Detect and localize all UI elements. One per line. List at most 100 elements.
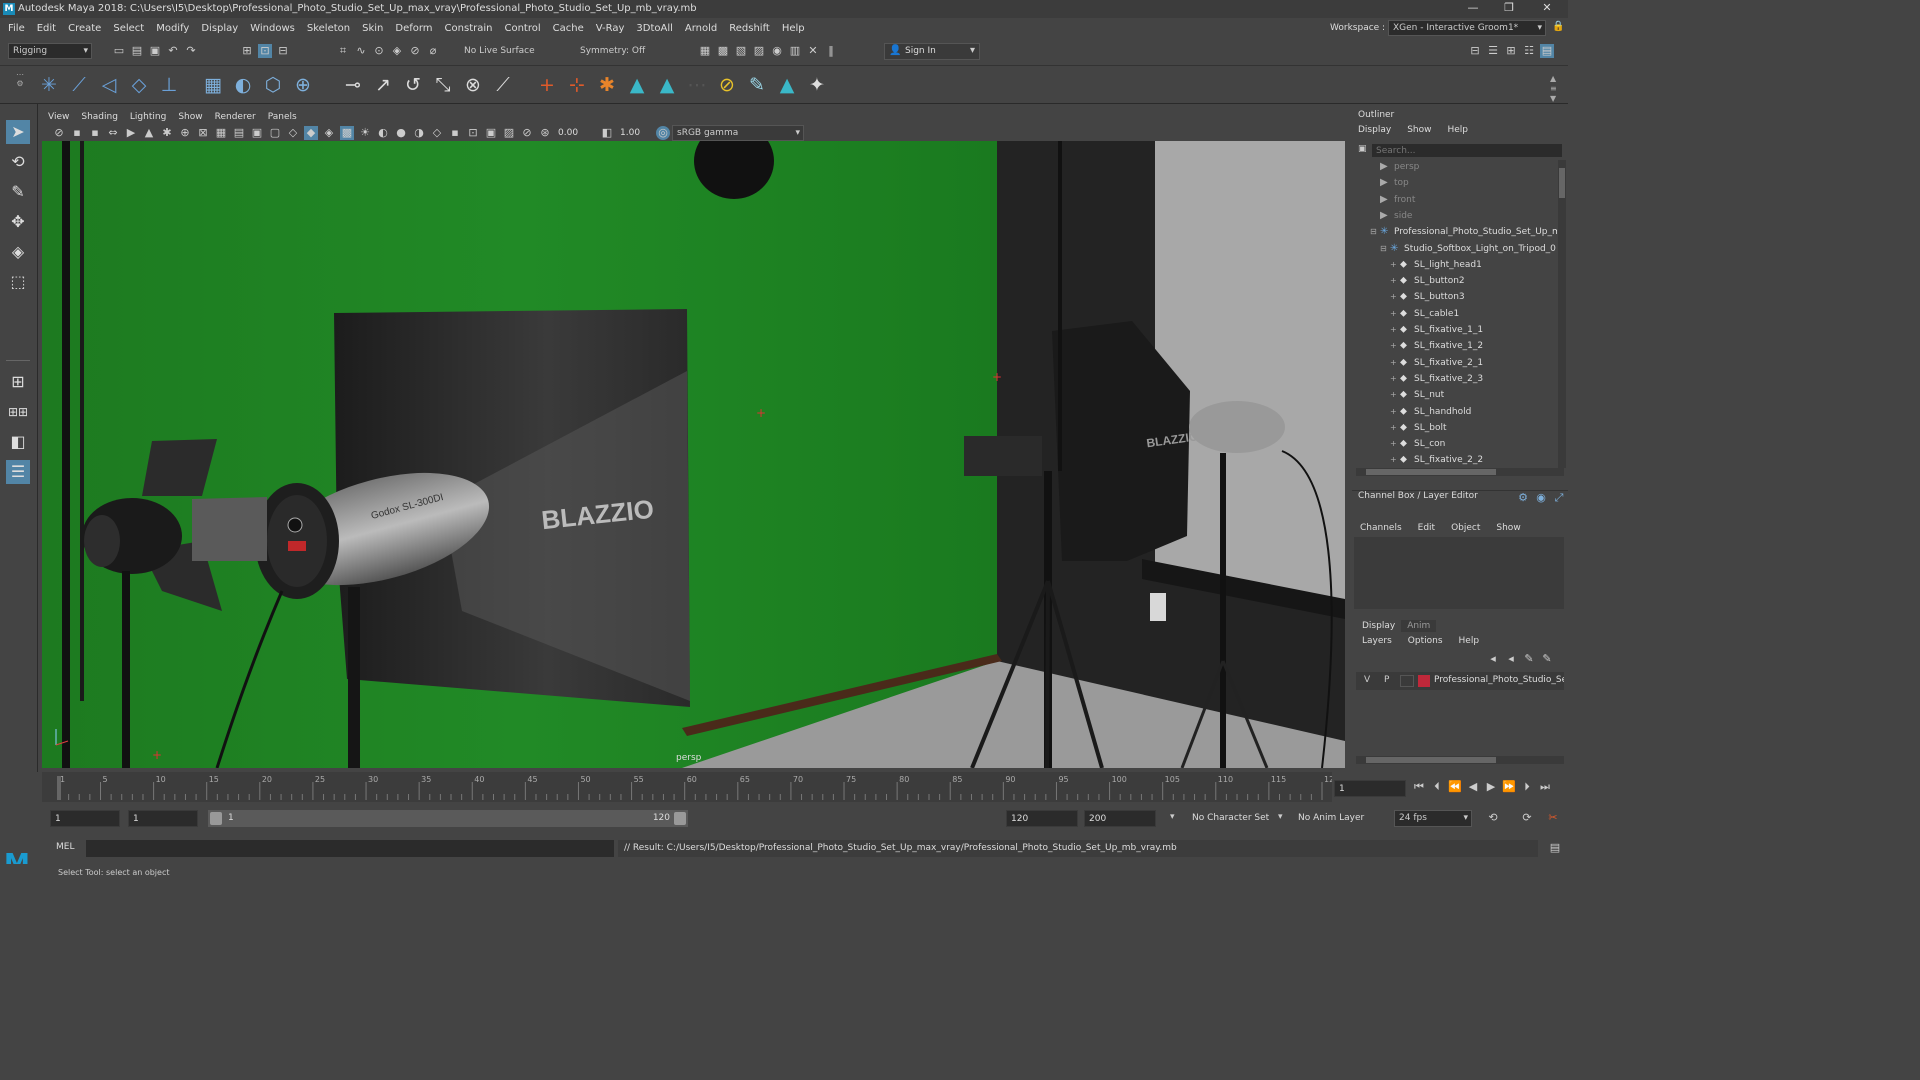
- bookmark-icon[interactable]: ▪: [70, 126, 84, 140]
- paint-select-icon[interactable]: ✎: [6, 180, 30, 204]
- current-frame-field[interactable]: 1: [1334, 780, 1406, 797]
- new-layer-selected-icon[interactable]: ✎: [1540, 652, 1554, 666]
- textured-icon[interactable]: ▩: [340, 125, 354, 140]
- xray-icon[interactable]: ▣: [484, 126, 498, 140]
- menu-help[interactable]: Help: [782, 23, 805, 34]
- aim-constraint-icon[interactable]: ↗: [370, 72, 396, 98]
- vray-render-icon[interactable]: ▥: [788, 44, 802, 58]
- resolution-gate-icon[interactable]: ⊕: [178, 126, 192, 140]
- layer-playback-toggle[interactable]: P: [1384, 675, 1389, 685]
- image-plane-icon[interactable]: ▪: [88, 126, 102, 140]
- expand-icon[interactable]: +: [1390, 325, 1397, 334]
- symmetry-field[interactable]: Symmetry: Off: [580, 46, 645, 56]
- panel-menu-lighting[interactable]: Lighting: [130, 112, 166, 122]
- auto-key-icon[interactable]: ⟳: [1520, 811, 1534, 825]
- menu-modify[interactable]: Modify: [156, 23, 189, 34]
- orient-constraint-icon[interactable]: ↺: [400, 72, 426, 98]
- ik-spline-icon[interactable]: ◁: [96, 72, 122, 98]
- redo-icon[interactable]: ↷: [184, 44, 198, 58]
- quick-rig-icon[interactable]: ▲: [624, 72, 650, 98]
- channel-box-icon[interactable]: ☷: [1522, 44, 1536, 58]
- snap-live-icon[interactable]: ⊘: [408, 44, 422, 58]
- go-to-start-icon[interactable]: ⏮: [1412, 780, 1426, 794]
- menu-deform[interactable]: Deform: [395, 23, 432, 34]
- xray-components-icon[interactable]: ⊘: [520, 126, 534, 140]
- shadows-icon[interactable]: ◐: [376, 126, 390, 140]
- lock-icon[interactable]: 🔒: [1552, 21, 1564, 32]
- lock-camera-icon[interactable]: ▲: [142, 126, 156, 140]
- channel-menu-channels[interactable]: Channels: [1360, 523, 1402, 533]
- modeling-toolkit-icon[interactable]: ⊟: [1468, 44, 1482, 58]
- range-slider[interactable]: 1 120: [208, 810, 688, 827]
- layer-hscroll-thumb[interactable]: [1366, 757, 1496, 763]
- paint-weights-icon[interactable]: ⊥: [156, 72, 182, 98]
- layer-hscrollbar[interactable]: [1356, 756, 1564, 764]
- 2d-pan-zoom-icon[interactable]: ⇔: [106, 126, 120, 140]
- current-time-marker[interactable]: [57, 776, 61, 800]
- channel-slider-icon[interactable]: ⤢: [1552, 491, 1566, 505]
- menu-file[interactable]: File: [8, 23, 25, 34]
- panel-menu-panels[interactable]: Panels: [268, 112, 297, 122]
- render-settings-icon[interactable]: ▨: [752, 44, 766, 58]
- minimize-button[interactable]: —: [1458, 0, 1488, 18]
- collapse-icon[interactable]: ⊟: [1380, 244, 1387, 253]
- outliner-item[interactable]: + ⬥ SL_fixative_2_3: [1352, 372, 1557, 388]
- menu-redshift[interactable]: Redshift: [729, 23, 770, 34]
- film-gate-icon[interactable]: ✱: [160, 126, 174, 140]
- viewport-3d[interactable]: BLAZZIO Godox SL-300DI BLAZZIO + + + per…: [42, 141, 1345, 768]
- select-hierarchy-icon[interactable]: ⊞: [240, 44, 254, 58]
- channel-menu-edit[interactable]: Edit: [1418, 523, 1435, 533]
- fps-dropdown[interactable]: 24 fps ▾: [1394, 810, 1472, 827]
- panel-menu-renderer[interactable]: Renderer: [215, 112, 256, 122]
- layer-color-swatch[interactable]: [1418, 675, 1430, 687]
- outliner-search-input[interactable]: [1372, 144, 1562, 157]
- command-input[interactable]: [86, 840, 614, 857]
- screen-space-ao-icon[interactable]: ●: [394, 126, 408, 140]
- expand-icon[interactable]: +: [1390, 439, 1397, 448]
- menu-control[interactable]: Control: [504, 23, 540, 34]
- point-constraint-icon[interactable]: ⊸: [340, 72, 366, 98]
- outliner-item[interactable]: ▶ side: [1352, 209, 1557, 225]
- outliner-item[interactable]: ⊟ ✳ Studio_Softbox_Light_on_Tripod_0: [1352, 242, 1557, 258]
- outliner-menu-show[interactable]: Show: [1407, 125, 1431, 135]
- wireframe-on-shaded-icon[interactable]: ◈: [322, 126, 336, 140]
- close-button[interactable]: ✕: [1532, 0, 1562, 18]
- outliner-menu-help[interactable]: Help: [1447, 125, 1468, 135]
- snap-view-plane-icon[interactable]: ◈: [390, 44, 404, 58]
- snap-live-surface-icon[interactable]: ⌀: [426, 44, 440, 58]
- expand-icon[interactable]: +: [1390, 390, 1397, 399]
- exposure-icon[interactable]: ⊛: [538, 126, 552, 140]
- outliner-item[interactable]: + ⬥ SL_fixative_2_1: [1352, 356, 1557, 372]
- layer-visibility-toggle[interactable]: V: [1364, 675, 1370, 685]
- layer-menu-options[interactable]: Options: [1408, 636, 1443, 646]
- channel-keyed-icon[interactable]: ◉: [1534, 491, 1548, 505]
- menu-3dtoall[interactable]: 3DtoAll: [636, 23, 673, 34]
- menu-display[interactable]: Display: [201, 23, 238, 34]
- rotate-tool-icon[interactable]: ◈: [6, 240, 30, 264]
- menu-v-ray[interactable]: V-Ray: [596, 23, 625, 34]
- layer-display-type[interactable]: [1400, 675, 1414, 687]
- scale-constraint-icon[interactable]: ⤡: [430, 72, 456, 98]
- move-tool-icon[interactable]: ✥: [6, 210, 30, 234]
- exposure-field[interactable]: 0.00: [558, 128, 594, 138]
- joint-tool-icon[interactable]: ✳: [36, 72, 62, 98]
- grease-pencil-icon[interactable]: ▶: [124, 126, 138, 140]
- expand-icon[interactable]: +: [1390, 455, 1397, 464]
- view-transform-dropdown[interactable]: sRGB gamma ▾: [672, 124, 804, 141]
- mode-dropdown[interactable]: Rigging ▾: [8, 43, 92, 59]
- expand-icon[interactable]: +: [1390, 309, 1397, 318]
- field-chart-icon[interactable]: ▦: [214, 126, 228, 140]
- menu-skin[interactable]: Skin: [362, 23, 383, 34]
- lattice-icon[interactable]: ▦: [200, 72, 226, 98]
- menu-select[interactable]: Select: [113, 23, 144, 34]
- expand-icon[interactable]: +: [1390, 292, 1397, 301]
- outliner-hscrollbar[interactable]: [1356, 468, 1564, 476]
- vray-ipr-icon[interactable]: ✕: [806, 44, 820, 58]
- blend-shape-icon[interactable]: ⬡: [260, 72, 286, 98]
- animation-preferences-icon[interactable]: ✂: [1546, 811, 1560, 825]
- layer-tab-display[interactable]: Display: [1356, 620, 1402, 632]
- open-scene-icon[interactable]: ▤: [130, 44, 144, 58]
- outliner-item[interactable]: + ⬥ SL_cable1: [1352, 307, 1557, 323]
- sign-in-button[interactable]: 👤 Sign In ▾: [884, 43, 980, 60]
- layer-menu-layers[interactable]: Layers: [1362, 636, 1392, 646]
